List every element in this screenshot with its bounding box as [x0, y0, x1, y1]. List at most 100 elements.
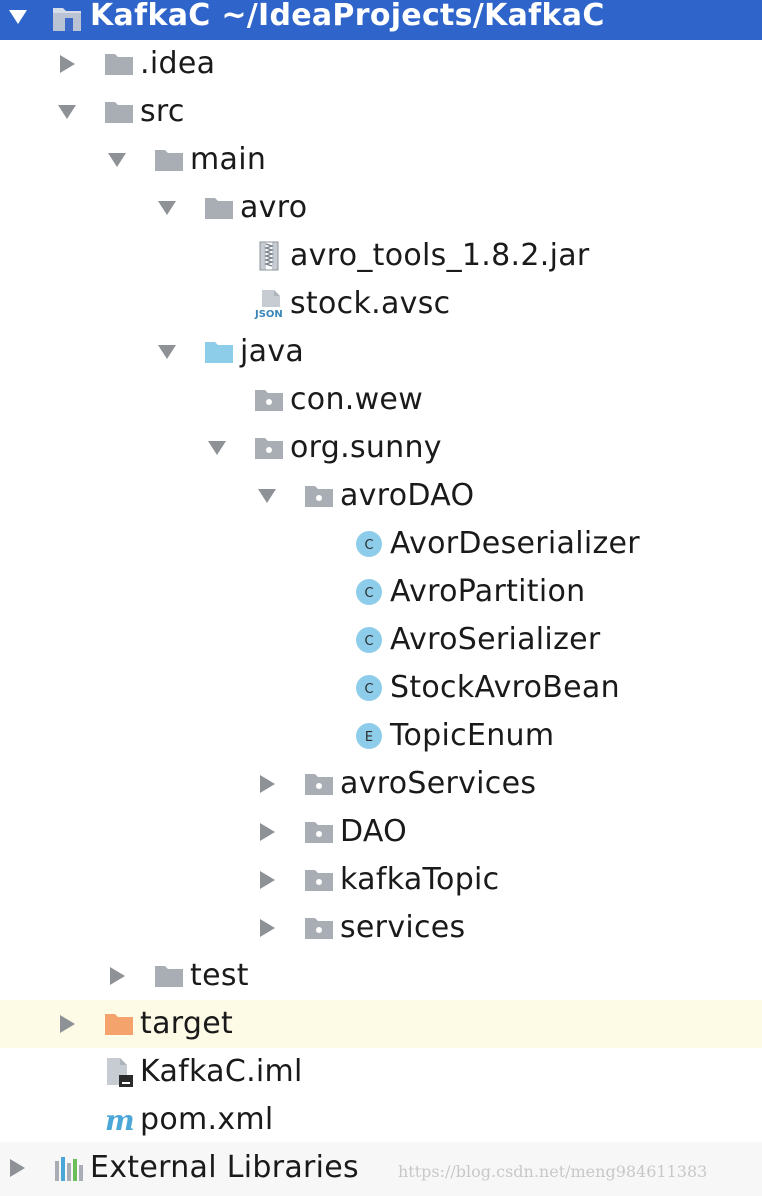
tree-label: services [340, 910, 466, 945]
collapse-arrow-icon[interactable] [260, 775, 275, 793]
tree-row-services[interactable]: services [0, 904, 762, 952]
tree-row-org-sunny[interactable]: org.sunny [0, 424, 762, 472]
tree-row-avroservices[interactable]: avroServices [0, 760, 762, 808]
project-title: KafkaC ~/IdeaProjects/KafkaC [90, 0, 605, 38]
tree-row-class[interactable]: C AvorDeserializer [0, 520, 762, 568]
tree-row-java[interactable]: java [0, 328, 762, 376]
tree-row-dao[interactable]: DAO [0, 808, 762, 856]
tree-label: src [140, 94, 185, 129]
tree-label: stock.avsc [290, 286, 451, 321]
tree-label: kafkaTopic [340, 862, 500, 897]
tree-label: avroServices [340, 766, 537, 801]
tree-label: pom.xml [140, 1102, 274, 1137]
tree-row-target[interactable]: target [0, 1000, 762, 1048]
folder-icon [155, 150, 183, 171]
expand-arrow-icon[interactable] [158, 201, 176, 215]
tree-row-avrodao[interactable]: avroDAO [0, 472, 762, 520]
class-kind-letter: C [364, 586, 373, 601]
json-badge-text: JSON [254, 309, 283, 319]
collapse-arrow-icon[interactable] [260, 919, 275, 937]
tree-label: .idea [140, 46, 216, 81]
tree-label: org.sunny [290, 430, 442, 465]
class-kind-letter: C [364, 538, 373, 553]
tree-label: main [190, 142, 267, 177]
tree-label: StockAvroBean [390, 670, 620, 705]
expand-arrow-icon[interactable] [9, 10, 27, 24]
tree-row-class[interactable]: C StockAvroBean [0, 664, 762, 712]
tree-label: avro_tools_1.8.2.jar [290, 238, 590, 273]
tree-label: KafkaC.iml [140, 1054, 303, 1089]
tree-label: avro [240, 190, 308, 225]
tree-row-main[interactable]: main [0, 136, 762, 184]
tree-row-iml[interactable]: KafkaC.iml [0, 1048, 762, 1096]
expand-arrow-icon[interactable] [158, 345, 176, 359]
tree-row-con-wew[interactable]: con.wew [0, 376, 762, 424]
package-icon [305, 774, 333, 795]
expand-arrow-icon[interactable] [258, 489, 276, 503]
package-icon [305, 822, 333, 843]
collapse-arrow-icon[interactable] [260, 823, 275, 841]
libraries-icon [55, 1157, 83, 1181]
module-file-icon [107, 1058, 133, 1087]
tree-row-idea[interactable]: .idea [0, 40, 762, 88]
project-path: ~/IdeaProjects/KafkaC [221, 0, 605, 33]
expand-arrow-icon[interactable] [108, 153, 126, 167]
tree-row-avro-tools-jar[interactable]: avro_tools_1.8.2.jar [0, 232, 762, 280]
tree-label: AvroPartition [390, 574, 586, 609]
folder-icon [155, 966, 183, 987]
maven-icon: m [105, 1105, 134, 1135]
tree-row-stock-avsc[interactable]: JSON stock.avsc [0, 280, 762, 328]
collapse-arrow-icon[interactable] [260, 871, 275, 889]
project-name: KafkaC [90, 0, 211, 33]
collapse-arrow-icon[interactable] [60, 55, 75, 73]
class-icon: C [356, 579, 382, 605]
tree-label: AvorDeserializer [390, 526, 640, 561]
tree-label: External Libraries [90, 1150, 359, 1185]
tree-label: con.wew [290, 382, 424, 417]
maven-letter: m [105, 1105, 134, 1135]
package-icon [255, 438, 283, 459]
folder-icon [205, 198, 233, 219]
collapse-arrow-icon[interactable] [60, 1015, 75, 1033]
expand-arrow-icon[interactable] [208, 441, 226, 455]
tree-label: AvroSerializer [390, 622, 601, 657]
tree-row-enum[interactable]: E TopicEnum [0, 712, 762, 760]
watermark-text: https://blog.csdn.net/meng984611383 [398, 1162, 708, 1181]
class-kind-letter: C [364, 634, 373, 649]
class-icon: C [356, 627, 382, 653]
tree-row-kafkatopic[interactable]: kafkaTopic [0, 856, 762, 904]
class-kind-letter: C [364, 682, 373, 697]
package-icon [305, 486, 333, 507]
tree-label: TopicEnum [390, 718, 555, 753]
class-kind-letter: E [365, 730, 373, 745]
collapse-arrow-icon[interactable] [10, 1159, 25, 1177]
json-file-icon: JSON [254, 290, 284, 319]
jar-archive-icon [259, 241, 279, 271]
package-icon [255, 390, 283, 411]
tree-label: avroDAO [340, 478, 475, 513]
source-folder-icon [205, 342, 233, 363]
project-tree: KafkaC ~/IdeaProjects/KafkaC .idea src m… [0, 0, 762, 1196]
excluded-folder-icon [105, 1014, 133, 1035]
tree-label: DAO [340, 814, 408, 849]
collapse-arrow-icon[interactable] [110, 967, 125, 985]
tree-row-test[interactable]: test [0, 952, 762, 1000]
enum-icon: E [356, 723, 382, 749]
tree-row-class[interactable]: C AvroSerializer [0, 616, 762, 664]
tree-label: java [240, 334, 305, 369]
tree-row-class[interactable]: C AvroPartition [0, 568, 762, 616]
tree-row-avro[interactable]: avro [0, 184, 762, 232]
package-icon [305, 918, 333, 939]
class-icon: C [356, 531, 382, 557]
folder-icon [105, 102, 133, 123]
folder-icon [105, 54, 133, 75]
expand-arrow-icon[interactable] [58, 105, 76, 119]
module-folder-icon [53, 8, 81, 31]
tree-row-pom[interactable]: m pom.xml [0, 1096, 762, 1144]
tree-row-src[interactable]: src [0, 88, 762, 136]
class-icon: C [356, 675, 382, 701]
package-icon [305, 870, 333, 891]
tree-label: target [140, 1006, 234, 1041]
tree-label: test [190, 958, 249, 993]
tree-row-project-root[interactable]: KafkaC ~/IdeaProjects/KafkaC [0, 0, 762, 40]
